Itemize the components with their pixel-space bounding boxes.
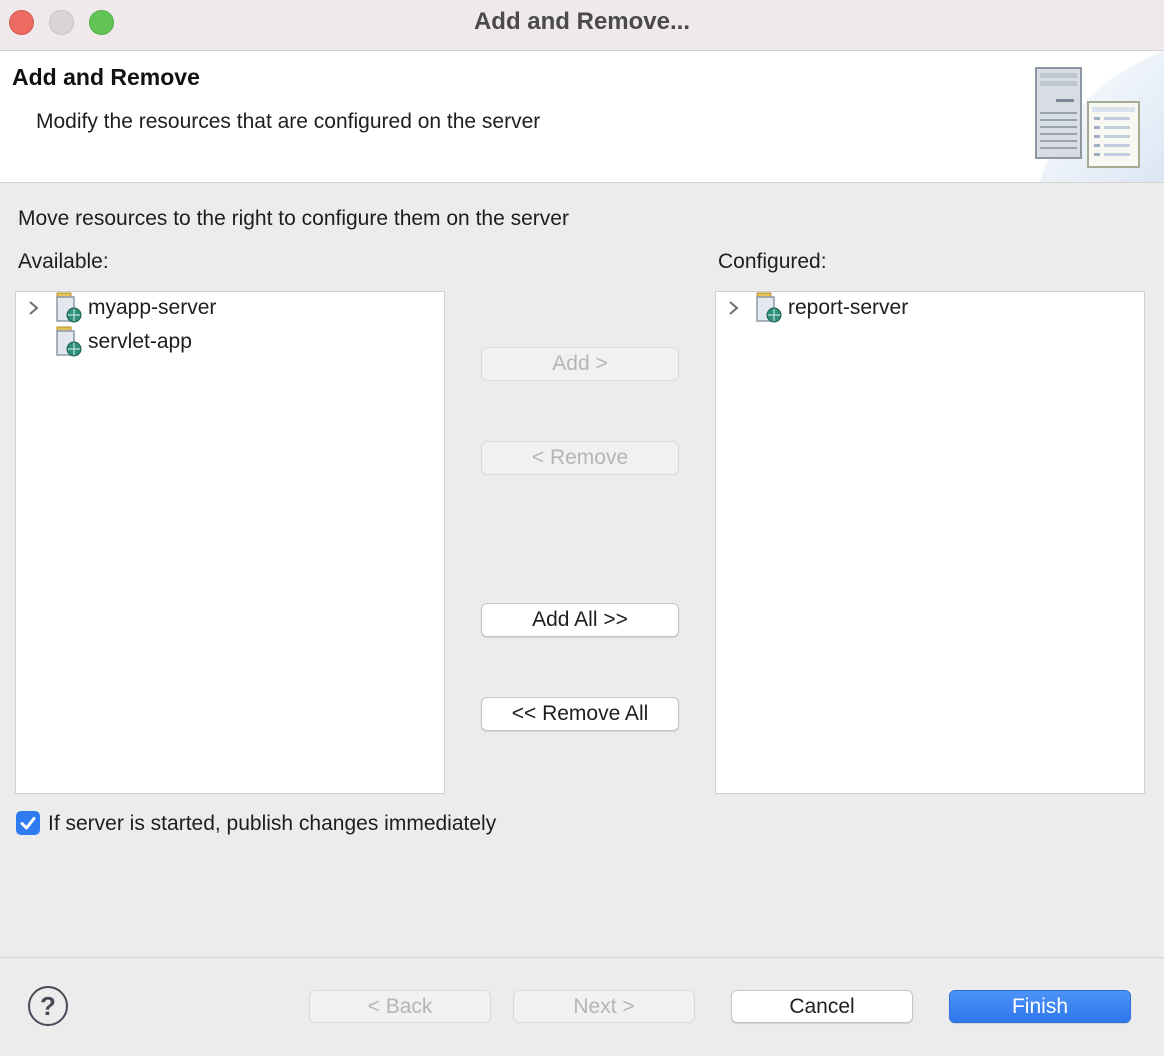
chevron-right-icon[interactable] (724, 298, 744, 318)
list-item-label: report-server (788, 296, 909, 319)
back-button[interactable]: < Back (309, 990, 491, 1023)
configured-label: Configured: (718, 250, 827, 273)
publish-checkbox[interactable] (16, 811, 40, 835)
banner-description: Modify the resources that are configured… (36, 110, 541, 133)
add-button[interactable]: Add > (481, 347, 679, 381)
next-button[interactable]: Next > (513, 990, 695, 1023)
help-icon[interactable]: ? (28, 986, 68, 1026)
instruction-text: Move resources to the right to configure… (18, 207, 569, 230)
chevron-right-icon[interactable] (24, 298, 44, 318)
window-title: Add and Remove... (473, 8, 691, 35)
available-label: Available: (18, 250, 109, 273)
available-list[interactable]: myapp-server servlet-app (15, 291, 445, 794)
configured-list[interactable]: report-server (715, 291, 1145, 794)
list-item[interactable]: servlet-app (24, 326, 192, 358)
list-item-label: myapp-server (88, 296, 217, 319)
checkmark-icon (20, 817, 36, 830)
web-module-icon (56, 326, 82, 357)
publish-checkbox-label[interactable]: If server is started, publish changes im… (48, 812, 496, 836)
server-wizard-icon (1035, 51, 1164, 182)
add-all-button[interactable]: Add All >> (481, 603, 679, 637)
banner-title: Add and Remove (12, 64, 200, 90)
list-item-label: servlet-app (88, 330, 192, 353)
list-item[interactable]: myapp-server (24, 292, 216, 324)
footer-divider (0, 957, 1164, 958)
cancel-button[interactable]: Cancel (731, 990, 913, 1023)
remove-all-button[interactable]: << Remove All (481, 697, 679, 731)
remove-button[interactable]: < Remove (481, 441, 679, 475)
finish-button[interactable]: Finish (949, 990, 1131, 1023)
web-module-icon (756, 292, 782, 323)
web-module-icon (56, 292, 82, 323)
list-item[interactable]: report-server (724, 292, 908, 324)
